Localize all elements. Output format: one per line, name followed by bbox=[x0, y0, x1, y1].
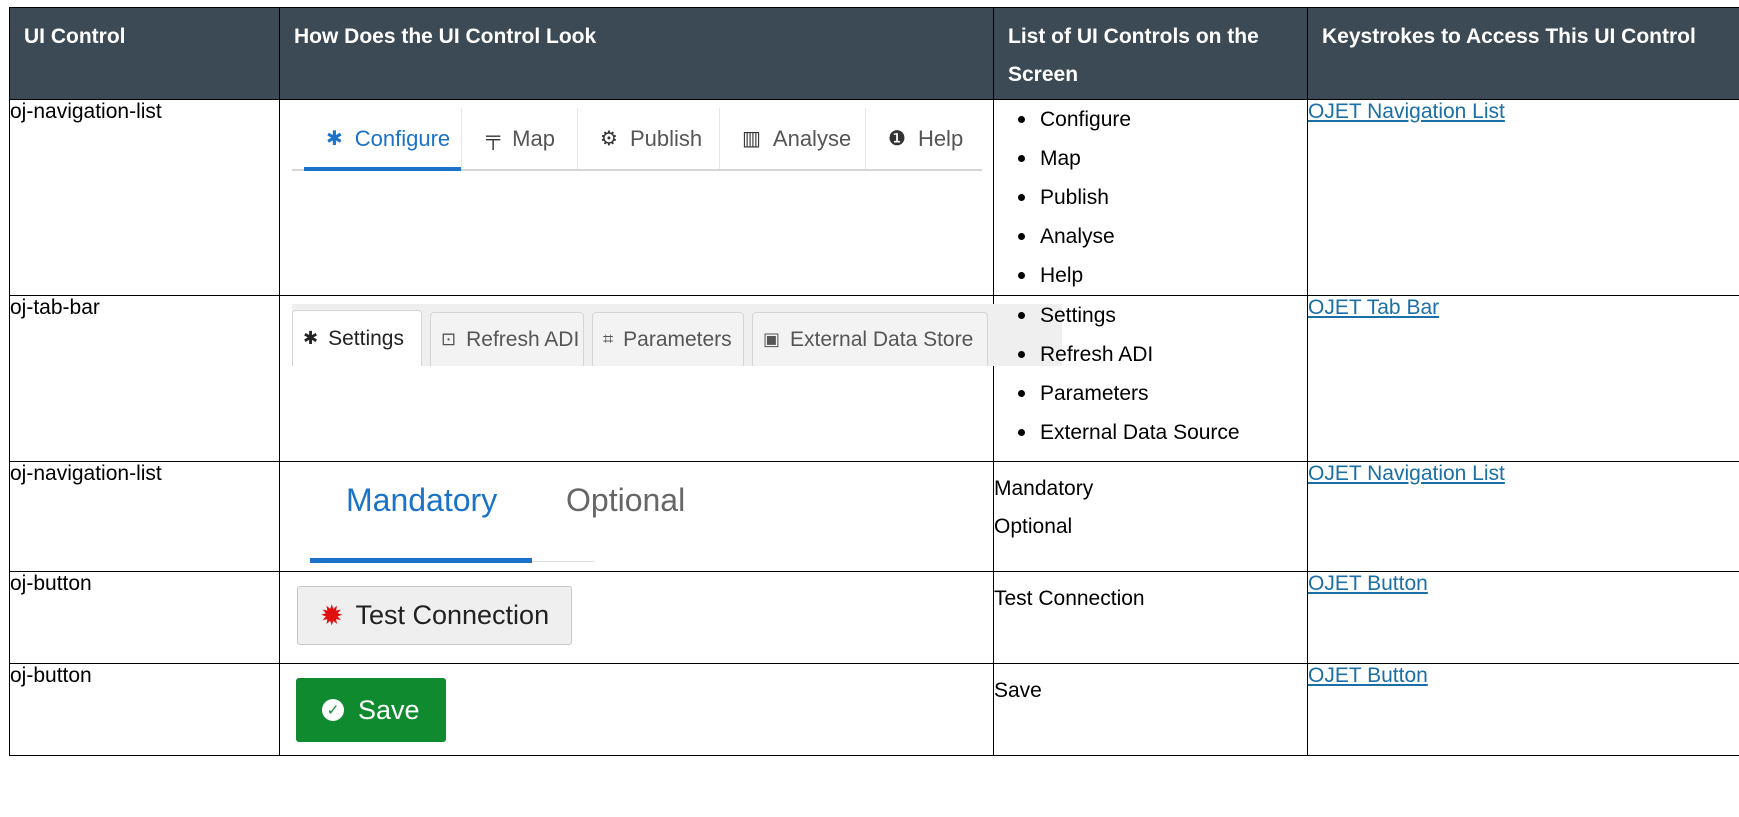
table-row: oj-navigation-list Mandatory Optional Ma… bbox=[9, 461, 1739, 572]
gear-icon: ✱ bbox=[303, 328, 319, 348]
control-list: Settings Refresh ADI Parameters External… bbox=[993, 295, 1308, 462]
ojet-button-link[interactable]: OJET Button bbox=[1308, 664, 1428, 687]
control-name: oj-navigation-list bbox=[9, 461, 280, 572]
control-preview: ✱ Settings ⊡ Refresh ADI ⌗ Parameters ▣ … bbox=[279, 295, 1062, 462]
keystrokes-cell: OJET Tab Bar bbox=[1307, 295, 1739, 462]
tab-label: Refresh ADI bbox=[466, 327, 580, 351]
ojet-navigation-list-link[interactable]: OJET Navigation List bbox=[1308, 462, 1505, 485]
table-row: oj-button ✹ Test Connection Test Connect… bbox=[9, 571, 1739, 664]
nav-item-label: Publish bbox=[629, 125, 703, 151]
control-name: oj-button bbox=[9, 663, 280, 756]
list-item: Parameters bbox=[994, 374, 1307, 413]
nav-item-analyse[interactable]: ▥ Analyse bbox=[720, 108, 866, 169]
navigation-list-preview: ✱ Configure ╤ Map ⚙ Publish ▥ Analyse ❶ … bbox=[292, 108, 982, 171]
cogs-icon: ⚙ bbox=[600, 128, 618, 150]
nav-item-configure[interactable]: ✱ Configure bbox=[304, 108, 462, 171]
header-look: How Does the UI Control Look bbox=[279, 7, 994, 100]
list-item: Save bbox=[994, 679, 1042, 702]
nav-item-help[interactable]: ❶ Help bbox=[866, 108, 982, 169]
control-list: Configure Map Publish Analyse Help bbox=[993, 99, 1308, 296]
button-label: Save bbox=[358, 694, 420, 725]
table-row: oj-navigation-list ✱ Configure ╤ Map ⚙ P… bbox=[9, 99, 1739, 296]
tab-external-data-store[interactable]: ▣ External Data Store bbox=[752, 312, 988, 366]
list-item: Help bbox=[994, 256, 1307, 295]
ojet-button-link[interactable]: OJET Button bbox=[1308, 572, 1428, 595]
header-row: UI Control How Does the UI Control Look … bbox=[9, 7, 1739, 100]
header-ui-control: UI Control bbox=[9, 7, 280, 100]
list-item: Configure bbox=[994, 100, 1307, 139]
signpost-icon: ╤ bbox=[486, 127, 501, 149]
gear-icon: ✱ bbox=[326, 128, 343, 150]
header-list: List of UI Controls on the Screen bbox=[993, 7, 1308, 100]
briefcase-icon: ▣ bbox=[763, 329, 781, 349]
header-keystrokes: Keystrokes to Access This UI Control bbox=[1307, 7, 1739, 100]
nav-item-label: Analyse bbox=[772, 125, 852, 151]
control-list: Test Connection bbox=[993, 571, 1308, 664]
list-item: External Data Source bbox=[994, 413, 1307, 452]
keystrokes-cell: OJET Button bbox=[1307, 571, 1739, 664]
gear-icon: ✹ bbox=[320, 600, 344, 631]
crop-icon: ⌗ bbox=[603, 329, 614, 349]
test-connection-button[interactable]: ✹ Test Connection bbox=[297, 586, 572, 645]
nav-item-optional[interactable]: Optional bbox=[566, 482, 685, 519]
table-row: oj-button ✓ Save Save OJET Button bbox=[9, 663, 1739, 756]
nav-item-label: Configure bbox=[354, 125, 451, 151]
tab-bar-preview: ✱ Settings ⊡ Refresh ADI ⌗ Parameters ▣ … bbox=[292, 304, 1062, 366]
save-button[interactable]: ✓ Save bbox=[296, 678, 446, 742]
info-icon: ❶ bbox=[888, 128, 906, 150]
list-item: Map bbox=[994, 139, 1307, 178]
control-preview: ✓ Save bbox=[279, 663, 994, 756]
button-label: Test Connection bbox=[355, 600, 550, 630]
ojet-navigation-list-link[interactable]: OJET Navigation List bbox=[1308, 100, 1505, 123]
list-item: Mandatory bbox=[994, 477, 1094, 500]
ui-controls-table: UI Control How Does the UI Control Look … bbox=[9, 7, 1739, 756]
list-item: Analyse bbox=[994, 217, 1307, 256]
tab-parameters[interactable]: ⌗ Parameters bbox=[592, 312, 744, 366]
mandatory-optional-nav: Mandatory Optional bbox=[310, 482, 685, 564]
tab-label: External Data Store bbox=[790, 327, 974, 351]
tab-label: Settings bbox=[328, 326, 404, 350]
nav-item-label: Help bbox=[917, 125, 964, 151]
keystrokes-cell: OJET Navigation List bbox=[1307, 99, 1739, 296]
list-item: Publish bbox=[994, 178, 1307, 217]
list-item: Refresh ADI bbox=[994, 335, 1307, 374]
nav-item-publish[interactable]: ⚙ Publish bbox=[578, 108, 720, 169]
ojet-tab-bar-link[interactable]: OJET Tab Bar bbox=[1308, 296, 1439, 319]
control-preview: Mandatory Optional bbox=[279, 461, 994, 572]
keystrokes-cell: OJET Navigation List bbox=[1307, 461, 1739, 572]
tab-label: Parameters bbox=[623, 327, 732, 351]
control-list: Mandatory Optional bbox=[993, 461, 1308, 572]
control-name: oj-tab-bar bbox=[9, 295, 280, 462]
table-row: oj-tab-bar ✱ Settings ⊡ Refresh ADI ⌗ Pa… bbox=[9, 295, 1739, 462]
tab-settings[interactable]: ✱ Settings bbox=[292, 310, 422, 366]
nav-underline bbox=[532, 561, 594, 562]
keystrokes-cell: OJET Button bbox=[1307, 663, 1739, 756]
control-preview: ✱ Configure ╤ Map ⚙ Publish ▥ Analyse ❶ … bbox=[279, 99, 994, 296]
list-item: Test Connection bbox=[994, 587, 1145, 610]
control-preview: ✹ Test Connection bbox=[279, 571, 994, 664]
list-item: Optional bbox=[994, 515, 1073, 538]
nav-item-mandatory[interactable]: Mandatory bbox=[346, 482, 497, 519]
control-name: oj-button bbox=[9, 571, 280, 664]
bar-chart-icon: ▥ bbox=[742, 128, 761, 150]
selected-indicator bbox=[310, 558, 532, 563]
check-circle-icon: ✓ bbox=[322, 699, 344, 721]
refresh-box-icon: ⊡ bbox=[441, 329, 457, 349]
control-name: oj-navigation-list bbox=[9, 99, 280, 296]
nav-item-label: Map bbox=[512, 125, 555, 151]
list-item: Settings bbox=[994, 296, 1307, 335]
nav-item-map[interactable]: ╤ Map bbox=[462, 108, 578, 169]
control-list: Save bbox=[993, 663, 1308, 756]
tab-refresh-adi[interactable]: ⊡ Refresh ADI bbox=[430, 312, 584, 366]
